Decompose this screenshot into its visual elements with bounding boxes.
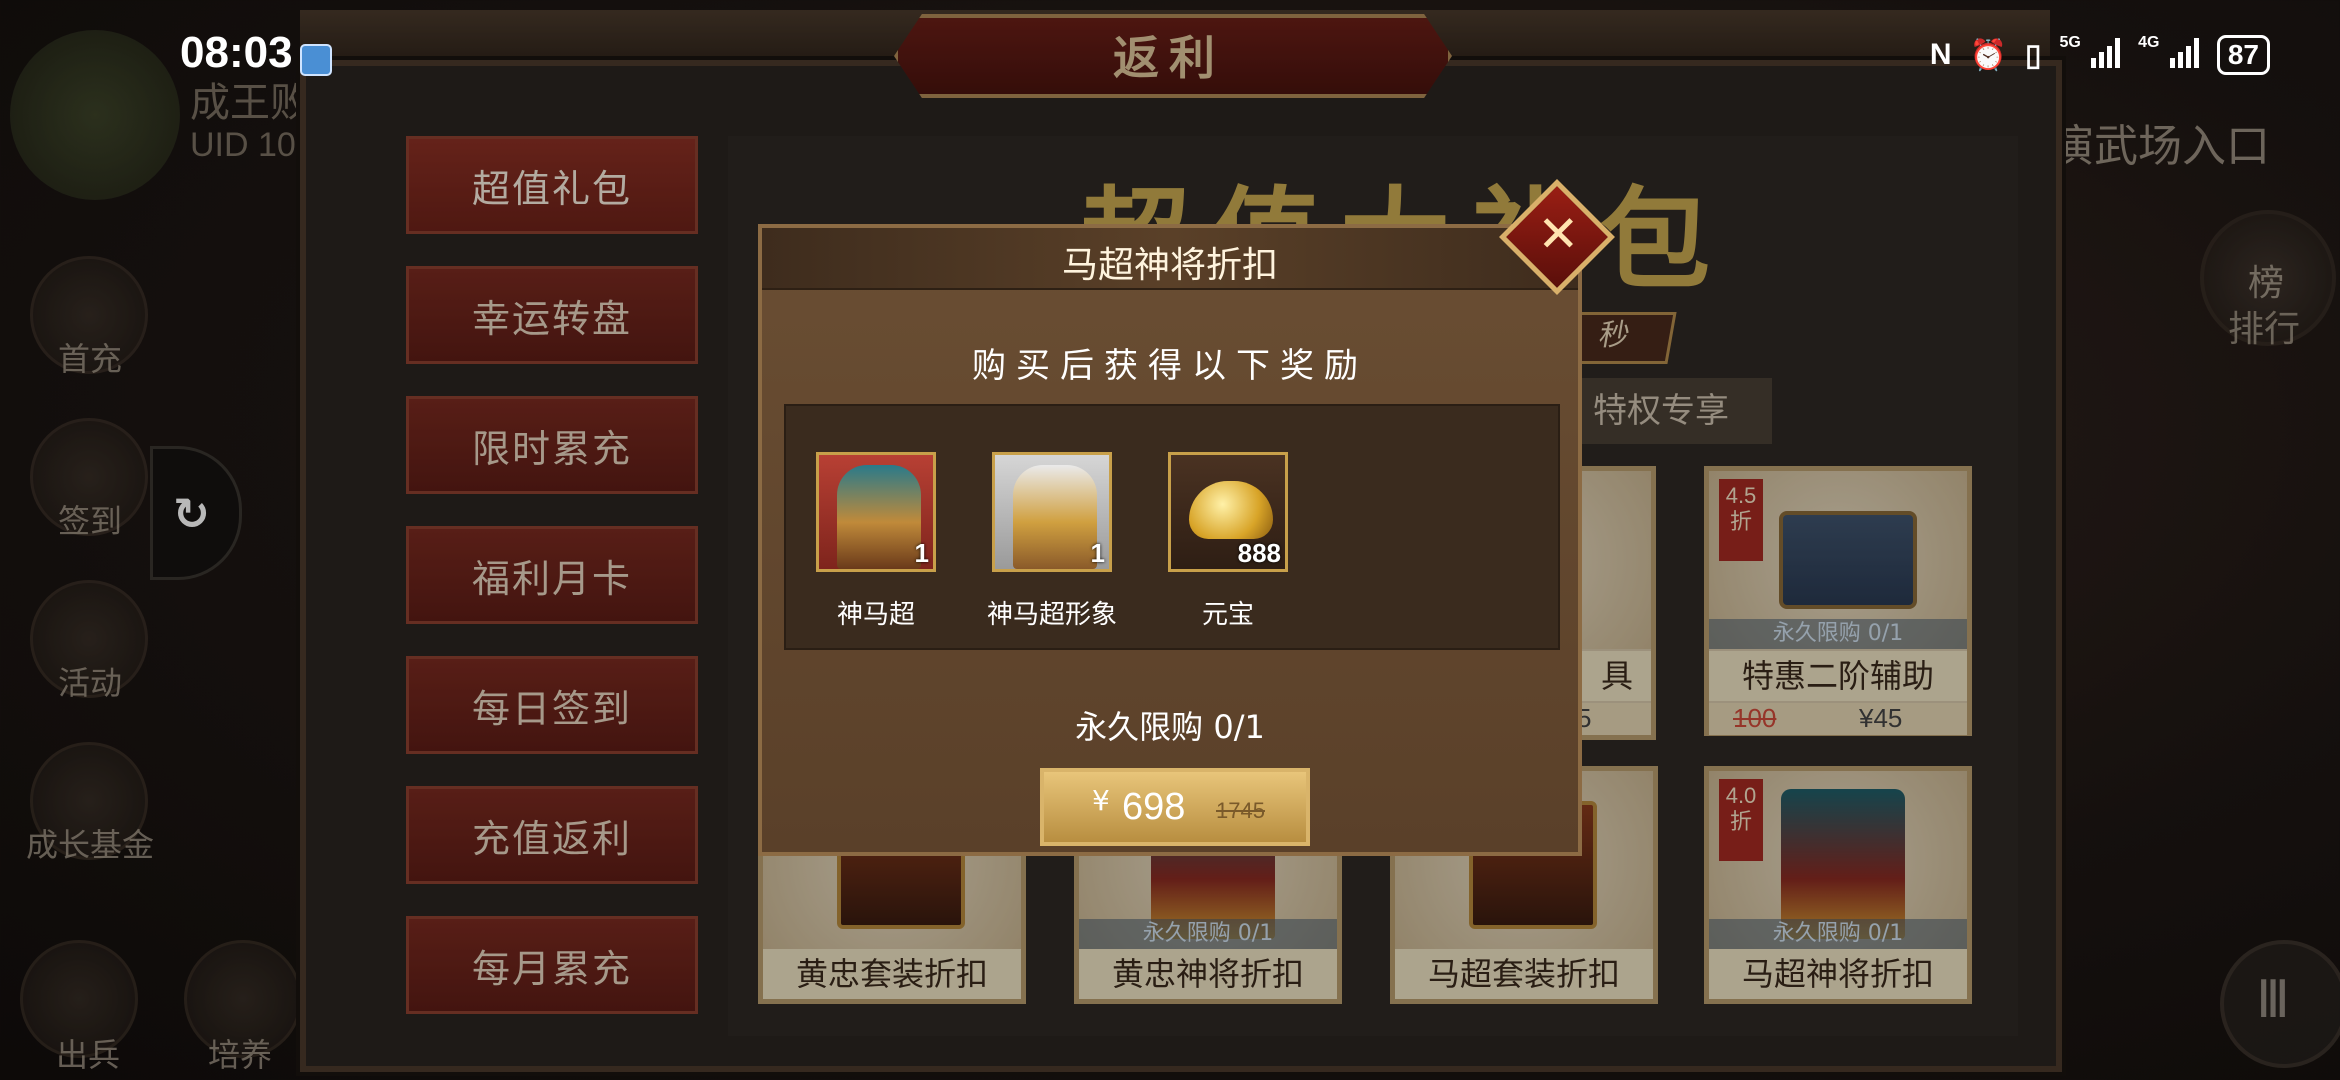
hero-icon bbox=[837, 465, 921, 569]
dialog-header: 马超神将折扣 bbox=[762, 228, 1578, 290]
currency-symbol: ¥ bbox=[1092, 784, 1110, 817]
battery-indicator: 87 bbox=[2216, 35, 2270, 75]
reward-count: 1 bbox=[1090, 538, 1105, 568]
purchase-dialog: 马超神将折扣 购买后获得以下奖励 1 神马超 1 神马超形象 888 元宝 永久… bbox=[758, 224, 1582, 856]
app-notification-icon bbox=[300, 44, 332, 76]
purchase-limit-text: 永久限购 0/1 bbox=[1075, 708, 1265, 746]
reward-count: 888 bbox=[1237, 538, 1281, 568]
reward-item[interactable]: 1 神马超 bbox=[816, 452, 936, 631]
buy-original-price: 1745 bbox=[1216, 798, 1265, 823]
reward-item[interactable]: 1 神马超形象 bbox=[987, 452, 1117, 631]
reward-count: 1 bbox=[914, 538, 929, 568]
alarm-icon: ⏰ bbox=[1969, 38, 2007, 72]
signal-5g-icon: 5G bbox=[2059, 34, 2121, 76]
status-bar: 08:03 N ⏰ ▯ 5G 4G 87 bbox=[0, 0, 2340, 110]
reward-list: 1 神马超 1 神马超形象 888 元宝 bbox=[784, 404, 1560, 650]
reward-name: 神马超 bbox=[836, 600, 915, 630]
vibrate-icon: ▯ bbox=[2024, 38, 2042, 72]
reward-frame: 888 bbox=[1168, 452, 1288, 572]
buy-button[interactable]: ¥ 698 1745 bbox=[1040, 768, 1310, 846]
buy-price: 698 bbox=[1122, 786, 1186, 828]
clock: 08:03 bbox=[180, 28, 293, 77]
reward-name: 神马超形象 bbox=[986, 600, 1117, 630]
hero-skin-icon bbox=[1013, 465, 1097, 569]
reward-name: 元宝 bbox=[1201, 600, 1254, 630]
signal-4g-icon: 4G bbox=[2138, 34, 2199, 76]
reward-item[interactable]: 888 元宝 bbox=[1168, 452, 1288, 631]
dialog-subtitle: 购买后获得以下奖励 bbox=[972, 346, 1368, 386]
nfc-icon: N bbox=[1929, 38, 1952, 71]
dialog-title: 马超神将折扣 bbox=[1061, 245, 1278, 286]
reward-frame: 1 bbox=[992, 452, 1112, 572]
status-icons: N ⏰ ▯ 5G 4G 87 bbox=[1930, 34, 2270, 76]
gold-ingot-icon bbox=[1189, 481, 1273, 539]
reward-frame: 1 bbox=[816, 452, 936, 572]
close-icon: ✕ bbox=[1537, 205, 1580, 264]
